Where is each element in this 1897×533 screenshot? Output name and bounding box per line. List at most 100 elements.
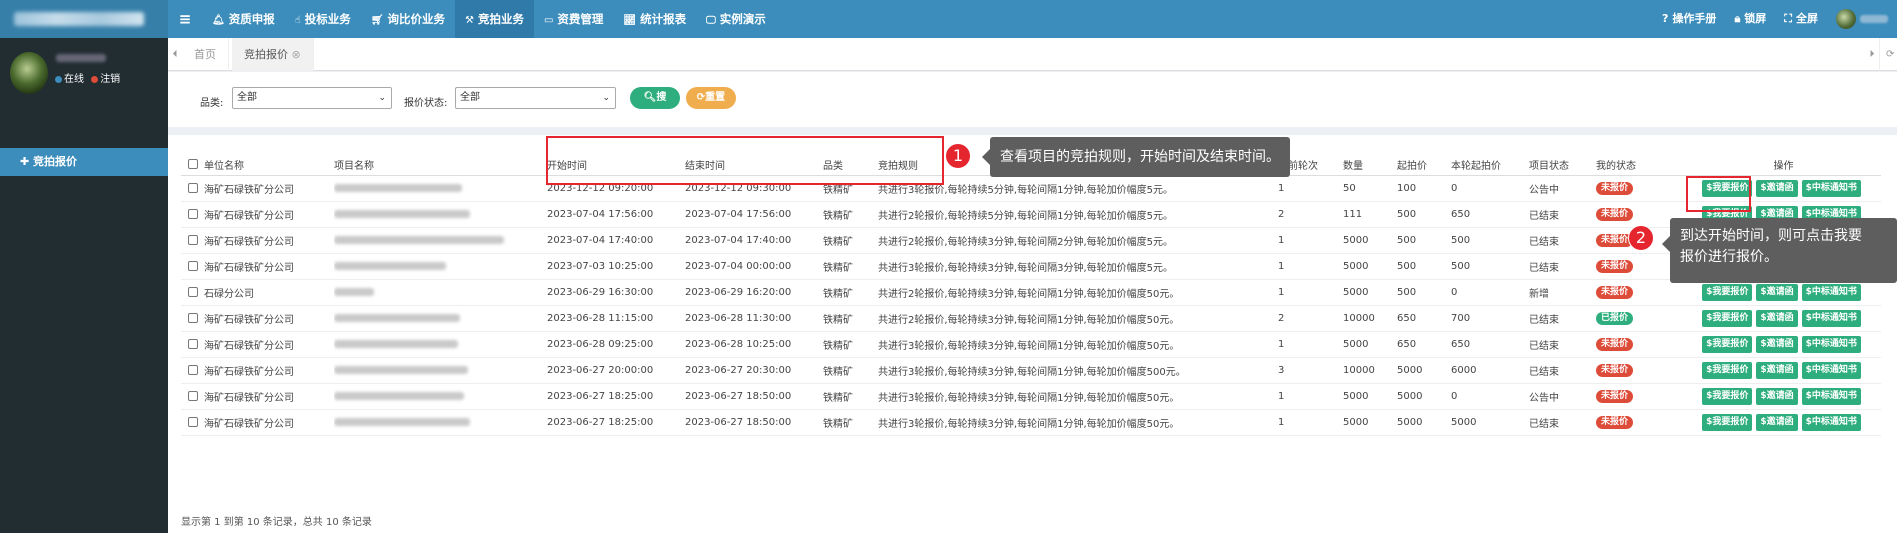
category-select[interactable]: 全部 ⌄	[232, 87, 392, 109]
start-time-cell: 2023-06-27 18:25:00	[547, 409, 685, 436]
menu-item-0[interactable]: 🔔︎ 资质申报	[202, 0, 285, 38]
quote-button[interactable]: $我要报价	[1702, 309, 1753, 327]
unit-name-cell: 海矿石碌铁矿分公司	[204, 305, 334, 332]
menu-item-2[interactable]: 🛒︎ 询比价业务	[361, 0, 455, 38]
tab-scroll-right-icon[interactable]: ⏵	[1865, 38, 1879, 71]
menu-item-3[interactable]: ⚒︎ 竞拍业务	[455, 0, 534, 38]
award-notice-button[interactable]: $中标通知书	[1801, 361, 1861, 379]
invitation-button[interactable]: $邀请函	[1756, 387, 1798, 405]
quote-button[interactable]: $我要报价	[1702, 361, 1753, 379]
cart-icon: 🛒︎	[370, 15, 384, 26]
row-checkbox[interactable]	[187, 234, 198, 245]
lock-icon: 🔒︎	[1734, 12, 1741, 25]
chevron-down-icon: ⌄	[602, 93, 610, 103]
category-cell: 铁精矿	[823, 409, 878, 436]
row-checkbox[interactable]	[187, 182, 198, 193]
table-row: 海矿石碌铁矿分公司 2023-12-12 09:20:00 2023-12-12 0…	[181, 175, 1881, 202]
project-status-cell: 已结束	[1529, 253, 1596, 280]
menu-item-6[interactable]: 🖵︎ 实例演示	[696, 0, 776, 38]
menu-item-label: 资费管理	[557, 12, 604, 26]
project-name-cell	[334, 409, 547, 436]
menu-item-1[interactable]: ☝︎ 投标业务	[285, 0, 361, 38]
unit-name-cell: 石碌分公司	[204, 279, 334, 306]
tabs-bar: ⏴ 首页 竞拍报价 ⊗ ⏵ ⟳	[168, 38, 1897, 71]
row-checkbox-cell	[181, 305, 204, 332]
round-price-cell: 700	[1451, 305, 1529, 332]
actions-cell: $我要报价$邀请函$中标通知书	[1686, 409, 1881, 436]
sidebar-item-bidding[interactable]: ✚ 竞拍报价	[0, 148, 168, 176]
end-time-cell: 2023-06-29 16:20:00	[685, 279, 823, 306]
row-checkbox[interactable]	[187, 312, 198, 323]
card-icon: ▭	[543, 15, 554, 26]
invitation-button[interactable]: $邀请函	[1756, 309, 1798, 327]
round-cell: 1	[1278, 253, 1343, 280]
category-label: 品类:	[200, 98, 224, 109]
reset-button[interactable]: ⟳重置	[686, 87, 736, 109]
invitation-button[interactable]: $邀请函	[1756, 179, 1798, 197]
invitation-button[interactable]: $邀请函	[1756, 361, 1798, 379]
quote-button[interactable]: $我要报价	[1702, 283, 1753, 301]
tab-home[interactable]: 首页	[182, 38, 229, 71]
refresh-icon[interactable]: ⟳	[1879, 38, 1897, 71]
quote-button[interactable]: $我要报价	[1702, 387, 1753, 405]
award-notice-button[interactable]: $中标通知书	[1801, 283, 1861, 301]
top-right-item-0[interactable]: ? 操作手册	[1653, 0, 1725, 38]
category-value: 全部	[237, 92, 257, 103]
award-notice-button[interactable]: $中标通知书	[1801, 179, 1861, 197]
round-cell: 1	[1278, 175, 1343, 202]
round-price-cell: 5000	[1451, 409, 1529, 436]
column-header: 单位名称	[204, 154, 334, 176]
my-status-cell: 已报价	[1596, 305, 1686, 332]
row-checkbox[interactable]	[187, 338, 198, 349]
row-checkbox[interactable]	[187, 390, 198, 401]
step-1-badge: 1	[945, 143, 971, 169]
top-right-item-1[interactable]: 🔒︎ 锁屏	[1725, 0, 1775, 38]
project-status-cell: 已结束	[1529, 409, 1596, 436]
project-name-blurred	[334, 287, 374, 296]
round-cell: 1	[1278, 227, 1343, 254]
main-menu: 🔔︎ 资质申报 ☝︎ 投标业务 🛒︎ 询比价业务 ⚒︎ 竞拍业务 ▭ 资费管理 📈︎ 统计报表 🖵︎ 实例…	[202, 0, 776, 38]
quote-button[interactable]: $我要报价	[1702, 335, 1753, 353]
status-badge: 已报价	[1596, 311, 1634, 325]
quantity-cell: 5000	[1343, 409, 1397, 436]
award-notice-button[interactable]: $中标通知书	[1801, 335, 1861, 353]
row-checkbox[interactable]	[187, 416, 198, 427]
user-menu[interactable]	[1827, 0, 1897, 38]
menu-item-label: 资质申报	[228, 12, 275, 26]
menu-item-5[interactable]: 📈︎ 统计报表	[613, 0, 696, 38]
rule-cell: 共进行3轮报价,每轮持续3分钟,每轮间隔1分钟,每轮加价幅度50元。	[878, 331, 1278, 358]
tab-bidding[interactable]: 竞拍报价 ⊗	[232, 38, 314, 71]
tab-scroll-left-icon[interactable]: ⏴	[168, 38, 182, 71]
menu-item-4[interactable]: ▭ 资费管理	[534, 0, 613, 38]
invitation-button[interactable]: $邀请函	[1756, 283, 1798, 301]
select-all-checkbox[interactable]	[187, 158, 198, 169]
search-button[interactable]: 🔍︎搜索	[630, 87, 680, 125]
row-checkbox[interactable]	[187, 260, 198, 271]
award-notice-button[interactable]: $中标通知书	[1801, 387, 1861, 405]
top-right-item-2[interactable]: ⛶ 全屏	[1775, 0, 1827, 38]
row-checkbox[interactable]	[187, 286, 198, 297]
app-logo[interactable]	[0, 0, 168, 38]
award-notice-button[interactable]: $中标通知书	[1801, 309, 1861, 327]
quantity-cell: 5000	[1343, 383, 1397, 410]
award-notice-button[interactable]: $中标通知书	[1801, 413, 1861, 431]
end-time-cell: 2023-06-28 11:30:00	[685, 305, 823, 332]
unit-name-cell: 海矿石碌铁矿分公司	[204, 331, 334, 358]
user-name	[1860, 15, 1888, 23]
project-name-blurred	[334, 261, 446, 270]
quote-status-select[interactable]: 全部 ⌄	[455, 87, 616, 109]
quote-status-label: 报价状态:	[404, 98, 448, 109]
table-row: 海矿石碌铁矿分公司 2023-06-28 09:25:00 2023-06-28 1…	[181, 331, 1881, 358]
row-checkbox[interactable]	[187, 364, 198, 375]
category-cell: 铁精矿	[823, 227, 878, 254]
invitation-button[interactable]: $邀请函	[1756, 335, 1798, 353]
tab-close-icon[interactable]: ⊗	[292, 48, 301, 61]
bell-icon: 🔔︎	[212, 15, 225, 26]
table-row: 海矿石碌铁矿分公司 2023-06-27 20:00:00 2023-06-27 2…	[181, 357, 1881, 384]
row-checkbox[interactable]	[187, 208, 198, 219]
sidebar-toggle-icon[interactable]: ≡	[168, 0, 202, 38]
invitation-button[interactable]: $邀请函	[1756, 413, 1798, 431]
quote-button[interactable]: $我要报价	[1702, 413, 1753, 431]
end-time-cell: 2023-06-27 18:50:00	[685, 409, 823, 436]
logout-link[interactable]: 注销	[100, 74, 120, 85]
